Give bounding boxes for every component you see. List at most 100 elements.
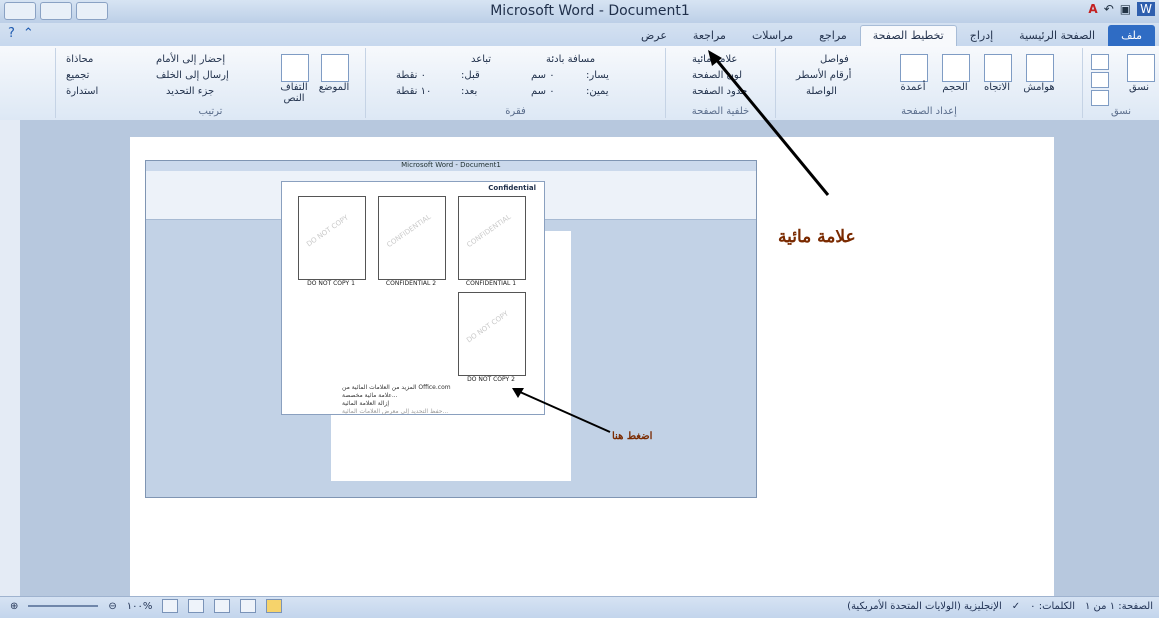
- word-logo-icon: W: [1137, 2, 1155, 16]
- indent-label: مسافة بادئة: [546, 54, 596, 65]
- undo-icon[interactable]: ↶: [1104, 2, 1114, 16]
- watermark-thumb-confidential-2[interactable]: CONFIDENTIAL: [378, 196, 446, 280]
- columns-button[interactable]: أعمدة: [893, 82, 933, 93]
- indent-right-label: يمين:: [586, 86, 609, 97]
- help-area: ? ⌃: [8, 26, 34, 41]
- bring-forward-button[interactable]: إحضار إلى الأمام: [156, 54, 225, 65]
- embedded-screenshot: Microsoft Word - Document1 Confidential …: [145, 160, 757, 498]
- watermark-thumb-do-not-copy-1[interactable]: DO NOT COPY: [298, 196, 366, 280]
- columns-icon[interactable]: [900, 54, 928, 82]
- menu-custom-watermark[interactable]: علامة مائية مخصصة...: [342, 392, 398, 399]
- zoom-slider[interactable]: [28, 605, 99, 607]
- group-paragraph: مسافة بادئة يسار: ٠ سم يمين: ٠ سم تباعد …: [365, 48, 665, 118]
- position-icon[interactable]: [321, 54, 349, 82]
- tab-references[interactable]: مراجع: [806, 25, 860, 46]
- margins-icon[interactable]: [1026, 54, 1054, 82]
- proofing-icon[interactable]: ✓: [1012, 601, 1020, 612]
- themes-button[interactable]: نسق: [1119, 82, 1159, 93]
- orientation-icon[interactable]: [984, 54, 1012, 82]
- view-outline-icon[interactable]: [188, 599, 205, 613]
- spacing-after-label: بعد:: [461, 86, 478, 97]
- theme-colors-icon[interactable]: [1091, 54, 1109, 70]
- hyphenation-button[interactable]: الواصلة: [806, 86, 837, 97]
- view-print-layout-icon[interactable]: [266, 599, 283, 613]
- window-controls: A ↶ ▣ W: [1088, 2, 1155, 16]
- view-reading-icon[interactable]: [240, 599, 257, 613]
- page-color-button[interactable]: لون الصفحة: [692, 70, 742, 81]
- thumb-caption: CONFIDENTIAL 1: [465, 280, 517, 287]
- group-button[interactable]: تجميع: [66, 70, 89, 81]
- group-label-paragraph: فقرة: [505, 106, 526, 117]
- word-icon[interactable]: [4, 2, 36, 20]
- view-draft-icon[interactable]: [162, 599, 179, 613]
- watermark-button[interactable]: علامة مائية: [692, 54, 737, 65]
- gallery-header: Confidential: [488, 184, 536, 192]
- size-icon[interactable]: [942, 54, 970, 82]
- tab-mailings[interactable]: مراسلات: [739, 25, 806, 46]
- thumb-caption: DO NOT COPY 2: [467, 376, 515, 383]
- group-label-page-setup: إعداد الصفحة: [901, 106, 957, 117]
- menu-more-watermarks[interactable]: المزيد من العلامات المائية من Office.com: [342, 384, 451, 391]
- selection-pane-button[interactable]: جزء التحديد: [166, 86, 214, 97]
- vertical-ruler: [0, 120, 21, 600]
- menu-remove-watermark[interactable]: إزالة العلامة المائية: [342, 400, 389, 407]
- menu-save-selection[interactable]: حفظ التحديد إلى معرض العلامات المائية...: [342, 408, 448, 415]
- align-button[interactable]: محاذاة: [66, 54, 93, 65]
- watermark-thumb-do-not-copy-2[interactable]: DO NOT COPY: [458, 292, 526, 376]
- size-button[interactable]: الحجم: [935, 82, 975, 93]
- watermark-thumb-confidential-1[interactable]: CONFIDENTIAL: [458, 196, 526, 280]
- group-label-arrange: ترتيب: [198, 106, 223, 117]
- spacing-after-input[interactable]: ١٠ نقطة: [396, 86, 431, 97]
- callout-watermark: علامة مائية: [778, 227, 856, 247]
- view-web-icon[interactable]: [214, 599, 231, 613]
- theme-fonts-icon[interactable]: [1091, 72, 1109, 88]
- zoom-level[interactable]: ١٠٠%: [127, 601, 153, 612]
- watermark-gallery: Confidential CONFIDENTIAL CONFIDENTIAL 1…: [281, 181, 545, 415]
- tab-page-layout[interactable]: تخطيط الصفحة: [859, 25, 957, 46]
- orientation-button[interactable]: الاتجاه: [977, 82, 1017, 93]
- status-bar: الصفحة: ١ من ١ الكلمات: ٠ ✓ الإنجليزية (…: [0, 596, 1159, 618]
- minimize-ribbon-icon[interactable]: ⌃: [23, 26, 34, 41]
- ribbon-tabs: ? ⌃ ملف الصفحة الرئيسية إدراج تخطيط الصف…: [0, 23, 1159, 47]
- spacing-label: تباعد: [471, 54, 492, 65]
- zoom-out-icon[interactable]: ⊖: [108, 601, 116, 612]
- tab-insert[interactable]: إدراج: [957, 25, 1006, 46]
- indent-right-input[interactable]: ٠ سم: [531, 86, 555, 97]
- indent-left-input[interactable]: ٠ سم: [531, 70, 555, 81]
- tab-view[interactable]: عرض: [628, 25, 680, 46]
- help-icon[interactable]: ?: [8, 26, 15, 41]
- page-borders-button[interactable]: حدود الصفحة: [692, 86, 747, 97]
- embedded-title: Microsoft Word - Document1: [146, 161, 756, 171]
- rotate-button[interactable]: استدارة: [66, 86, 98, 97]
- callout-press-here: اضغط هنا: [612, 431, 653, 442]
- thumb-caption: DO NOT COPY 1: [307, 280, 355, 287]
- tab-file[interactable]: ملف: [1108, 25, 1155, 46]
- page-count[interactable]: الصفحة: ١ من ١: [1085, 601, 1153, 612]
- margins-button[interactable]: هوامش: [1019, 82, 1059, 93]
- save-icon[interactable]: ▣: [1120, 2, 1131, 16]
- line-numbers-button[interactable]: أرقام الأسطر: [796, 70, 851, 81]
- wrap-text-icon[interactable]: [281, 54, 309, 82]
- position-button[interactable]: الموضع: [314, 82, 354, 93]
- font-color-icon[interactable]: A: [1088, 2, 1097, 16]
- tab-review[interactable]: مراجعة: [680, 25, 739, 46]
- indent-left-label: يسار:: [586, 70, 609, 81]
- title-bar: Microsoft Word - Document1 A ↶ ▣ W: [0, 0, 1159, 24]
- themes-icon[interactable]: [1127, 54, 1155, 82]
- wrap-text-button[interactable]: التفاف النص: [274, 82, 314, 104]
- word-count[interactable]: الكلمات: ٠: [1030, 601, 1075, 612]
- spacing-before-input[interactable]: ٠ نقطة: [396, 70, 426, 81]
- undo-icon[interactable]: [76, 2, 108, 20]
- save-icon[interactable]: [40, 2, 72, 20]
- thumb-caption: CONFIDENTIAL 2: [385, 280, 437, 287]
- tab-home[interactable]: الصفحة الرئيسية: [1006, 25, 1108, 46]
- quick-access-toolbar: [4, 2, 108, 20]
- theme-effects-icon[interactable]: [1091, 90, 1109, 106]
- breaks-button[interactable]: فواصل: [820, 54, 849, 65]
- group-arrange: الموضع التفاف النص إحضار إلى الأمام إرسا…: [55, 48, 365, 118]
- send-backward-button[interactable]: إرسال إلى الخلف: [156, 70, 229, 81]
- zoom-in-icon[interactable]: ⊕: [10, 601, 18, 612]
- group-page-setup: هوامش الاتجاه الحجم أعمدة فواصل أرقام ال…: [775, 48, 1082, 118]
- language-indicator[interactable]: الإنجليزية (الولايات المتحدة الأمريكية): [847, 601, 1002, 612]
- spacing-before-label: قبل:: [461, 70, 480, 81]
